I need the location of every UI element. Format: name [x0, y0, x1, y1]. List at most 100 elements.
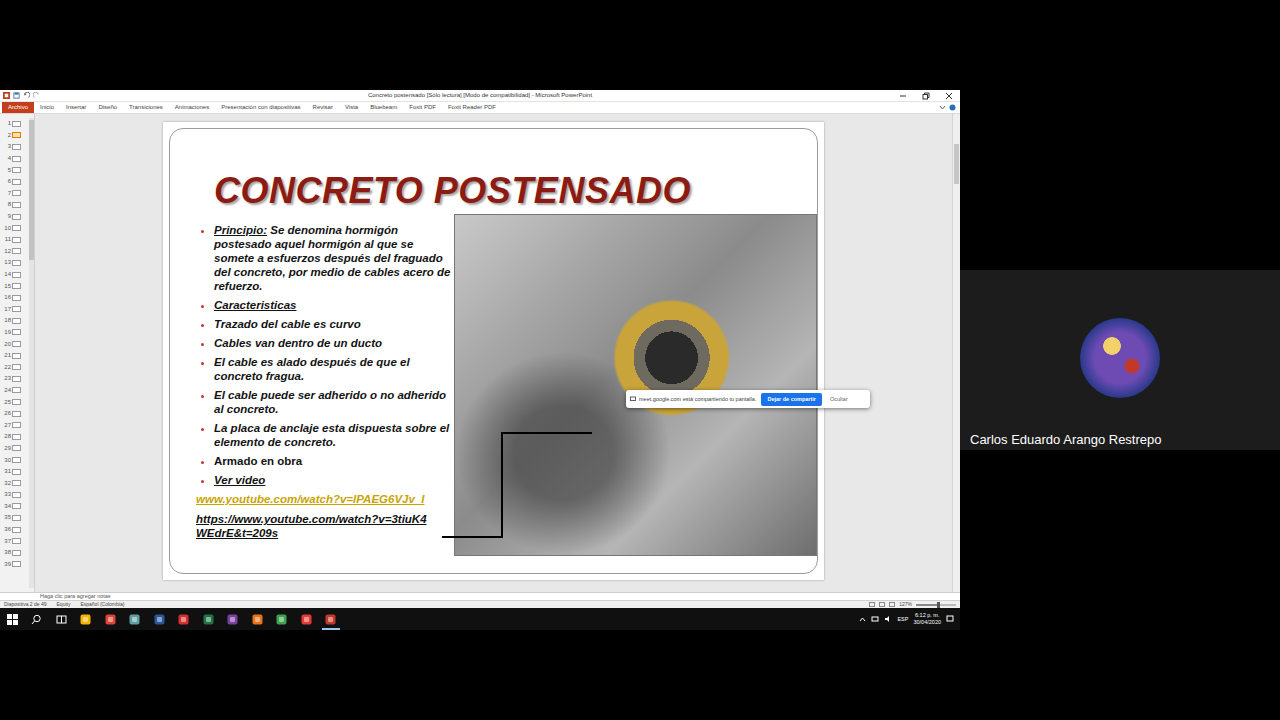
thumbnail-item[interactable]: 17: [2, 304, 28, 316]
thumbnail-item[interactable]: 9: [2, 211, 28, 223]
thumbnail-preview[interactable]: [12, 237, 21, 243]
thumbnail-preview[interactable]: [12, 376, 21, 382]
thumbnail-item[interactable]: 14: [2, 269, 28, 281]
thumbnail-item[interactable]: 5: [2, 164, 28, 176]
ribbon-tab[interactable]: Foxit PDF: [403, 102, 442, 113]
thumbnail-item[interactable]: 26: [2, 408, 28, 420]
thumbnail-preview[interactable]: [12, 515, 21, 521]
thumbnail-preview[interactable]: [12, 492, 21, 498]
ribbon-tab[interactable]: Vista: [339, 102, 364, 113]
notes-placeholder[interactable]: Haga clic para agregar notas: [40, 593, 111, 599]
thumbnail-preview[interactable]: [12, 445, 21, 451]
taskbar-app[interactable]: [270, 608, 295, 630]
stop-sharing-button[interactable]: Dejar de compartir: [761, 393, 822, 406]
video-link[interactable]: https://www.youtube.com/watch?v=3tiuK4WE…: [196, 512, 436, 540]
network-icon[interactable]: [871, 615, 879, 623]
thumbnail-item[interactable]: 35: [2, 512, 28, 524]
thumbnail-preview[interactable]: [12, 167, 21, 173]
task-view-button[interactable]: [49, 608, 74, 630]
thumbnail-preview[interactable]: [12, 306, 21, 312]
ribbon-tab[interactable]: Revisar: [307, 102, 339, 113]
ribbon-tab[interactable]: Bluebeam: [364, 102, 403, 113]
thumbnail-preview[interactable]: [12, 202, 21, 208]
thumbnail-item[interactable]: 28: [2, 431, 28, 443]
undo-icon[interactable]: [23, 92, 30, 99]
taskbar-app[interactable]: [98, 608, 123, 630]
thumbnail-item[interactable]: 31: [2, 466, 28, 478]
collapse-ribbon-icon[interactable]: [939, 104, 946, 111]
thumbnail-item[interactable]: 32: [2, 477, 28, 489]
thumbnail-item[interactable]: 15: [2, 280, 28, 292]
thumbnail-item[interactable]: 19: [2, 327, 28, 339]
thumbnail-preview[interactable]: [12, 550, 21, 556]
thumbnail-preview[interactable]: [12, 283, 21, 289]
thumbnail-item[interactable]: 8: [2, 199, 28, 211]
thumbnail-item[interactable]: 4: [2, 153, 28, 165]
thumbnail-preview[interactable]: [12, 295, 21, 301]
thumbnail-item[interactable]: 3: [2, 141, 28, 153]
save-icon[interactable]: [13, 92, 20, 99]
thumbnail-item[interactable]: 20: [2, 338, 28, 350]
thumbnail-item[interactable]: 11: [2, 234, 28, 246]
taskbar-app[interactable]: [319, 608, 344, 630]
thumbnail-preview[interactable]: [12, 503, 21, 509]
thumbnail-preview[interactable]: [12, 422, 21, 428]
ribbon-tab[interactable]: Foxit Reader PDF: [442, 102, 502, 113]
thumbnail-item[interactable]: 22: [2, 361, 28, 373]
thumbnail-preview[interactable]: [12, 214, 21, 220]
restore-button[interactable]: [914, 90, 937, 101]
thumbnail-preview[interactable]: [12, 527, 21, 533]
thumbnail-item[interactable]: 7: [2, 188, 28, 200]
start-button[interactable]: [0, 608, 25, 630]
clock[interactable]: 6:12 p. m.30/04/2020: [913, 612, 941, 626]
thumbnail-preview[interactable]: [12, 156, 21, 162]
thumbnail-preview[interactable]: [12, 179, 21, 185]
thumbnail-item[interactable]: 36: [2, 524, 28, 536]
thumbnail-item[interactable]: 34: [2, 501, 28, 513]
thumbnail-preview[interactable]: [12, 248, 21, 254]
thumbnail-preview[interactable]: [12, 225, 21, 231]
video-link[interactable]: www.youtube.com/watch?v=lPAEG6VJv_I: [196, 492, 436, 506]
thumbnail-preview[interactable]: [12, 399, 21, 405]
thumbnail-item[interactable]: 1: [2, 118, 28, 130]
thumbnail-preview[interactable]: [12, 353, 21, 359]
input-language[interactable]: ESP: [897, 615, 908, 623]
volume-icon[interactable]: [884, 615, 892, 623]
hide-button[interactable]: Ocultar: [827, 393, 851, 405]
thumbnail-preview[interactable]: [12, 121, 21, 127]
thumbnail-preview[interactable]: [12, 272, 21, 278]
taskbar-app[interactable]: [221, 608, 246, 630]
thumbnail-preview[interactable]: [12, 480, 21, 486]
thumbnail-preview[interactable]: [12, 318, 21, 324]
ribbon-tab[interactable]: Animaciones: [169, 102, 215, 113]
taskbar-app[interactable]: [123, 608, 148, 630]
taskbar-app[interactable]: [147, 608, 172, 630]
ribbon-tab[interactable]: Presentación con diapositivas: [215, 102, 306, 113]
thumbnail-item[interactable]: 39: [2, 559, 28, 571]
thumbnail-item[interactable]: 21: [2, 350, 28, 362]
redo-icon[interactable]: [33, 92, 40, 99]
taskbar-app[interactable]: [294, 608, 319, 630]
ribbon-tab[interactable]: Archivo: [2, 102, 34, 113]
thumbnail-preview[interactable]: [12, 190, 21, 196]
taskbar-app[interactable]: [74, 608, 99, 630]
slide-scrollbar[interactable]: [952, 114, 960, 592]
thumbnail-item[interactable]: 2: [2, 130, 28, 142]
sorter-view-button[interactable]: [879, 602, 885, 607]
thumbnail-item[interactable]: 27: [2, 419, 28, 431]
thumbnail-preview[interactable]: [12, 434, 21, 440]
ribbon-tab[interactable]: Inicio: [34, 102, 60, 113]
minimize-button[interactable]: [891, 90, 914, 101]
zoom-thumb[interactable]: [937, 602, 940, 608]
thumbnail-preview[interactable]: [12, 364, 21, 370]
thumbnail-preview[interactable]: [12, 538, 21, 544]
scrollbar-thumb[interactable]: [29, 120, 34, 260]
thumbnail-item[interactable]: 29: [2, 443, 28, 455]
thumbnail-preview[interactable]: [12, 144, 21, 150]
taskbar-app[interactable]: [196, 608, 221, 630]
ribbon-tab[interactable]: Insertar: [60, 102, 92, 113]
reading-view-button[interactable]: [889, 602, 895, 607]
show-hidden-icons-icon[interactable]: [859, 616, 866, 623]
thumbnail-item[interactable]: 10: [2, 222, 28, 234]
thumbnail-preview[interactable]: [12, 260, 21, 266]
